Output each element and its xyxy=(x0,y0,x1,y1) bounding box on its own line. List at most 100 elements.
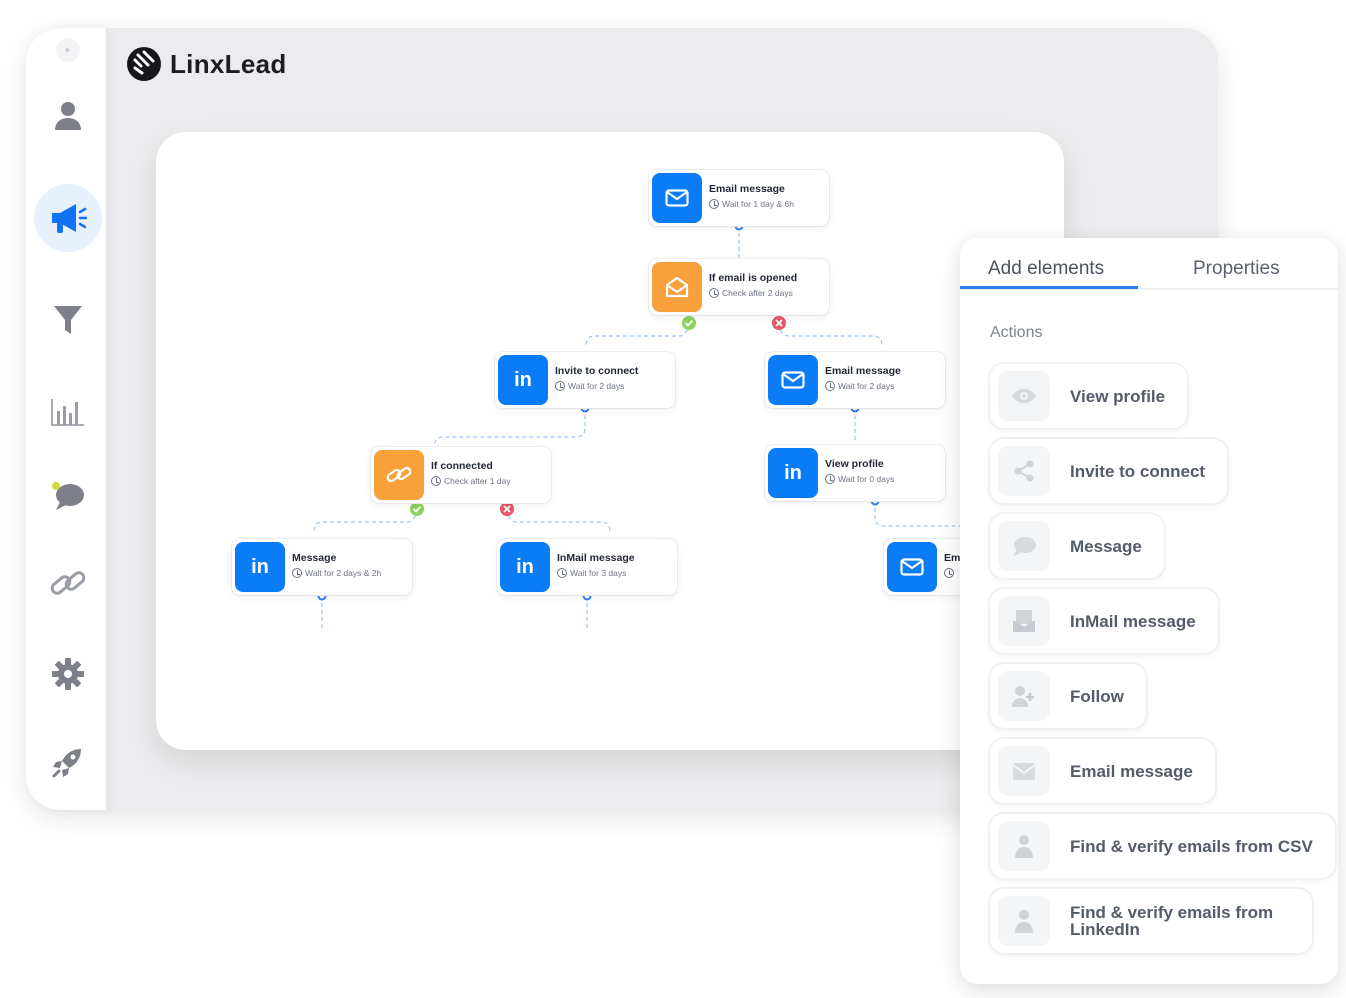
node-wait-text: Check after 1 day xyxy=(444,476,511,486)
clock-icon xyxy=(944,568,954,578)
brand-name: LinxLead xyxy=(170,48,287,79)
action-label: InMail message xyxy=(1070,611,1196,631)
linxlead-logo-icon xyxy=(127,47,161,81)
active-tab-indicator xyxy=(960,286,1138,289)
action-icon-box xyxy=(998,896,1050,946)
clock-icon xyxy=(825,474,835,484)
share-icon xyxy=(1014,460,1034,482)
sidebar-item-contacts[interactable] xyxy=(34,82,102,150)
tab-add-elements[interactable]: Add elements xyxy=(988,258,1104,280)
sidebar-item-filters[interactable] xyxy=(34,286,102,354)
flow-node-invite-to-connect[interactable]: in Invite to connect Wait for 2 days xyxy=(495,352,675,408)
flow-node-view-profile[interactable]: in View profile Wait for 0 days xyxy=(765,445,945,501)
flow-node-inmail-message[interactable]: in InMail message Wait for 3 days xyxy=(497,539,677,595)
flow-node-email-message[interactable]: Email message Wait for 2 days xyxy=(765,352,945,408)
envelope-icon xyxy=(1012,763,1036,780)
node-icon-box xyxy=(768,355,818,405)
node-icon-box xyxy=(374,450,424,500)
action-inmail-message[interactable]: InMail message xyxy=(990,589,1218,653)
node-subtitle: Check after 2 days xyxy=(709,288,793,298)
node-subtitle: Wait for 3 days xyxy=(557,568,626,578)
node-title: Message xyxy=(292,552,337,564)
action-view-profile[interactable]: View profile xyxy=(990,364,1188,428)
action-icon-box xyxy=(998,521,1050,571)
action-label: Message xyxy=(1070,536,1142,556)
node-subtitle xyxy=(944,568,954,578)
person-icon xyxy=(1015,835,1033,858)
link-icon xyxy=(386,466,412,483)
linkedin-icon: in xyxy=(516,555,534,578)
node-icon-box: in xyxy=(235,542,285,592)
node-subtitle: Wait for 1 day & 6h xyxy=(709,199,794,209)
action-label: Find & verify emails from CSV xyxy=(1070,836,1313,856)
gear-icon xyxy=(52,658,84,690)
action-find-verify-emails-linkedin[interactable]: Find & verify emails from LinkedIn xyxy=(990,889,1312,953)
action-label: View profile xyxy=(1070,386,1166,406)
workflow-canvas[interactable]: Email message Wait for 1 day & 6h If ema… xyxy=(156,132,1064,750)
rocket-icon xyxy=(52,749,81,778)
node-icon-box: in xyxy=(498,355,548,405)
sidebar-item-settings[interactable] xyxy=(34,640,102,708)
sidebar-item-integrations[interactable] xyxy=(34,550,102,618)
chat-icon xyxy=(52,482,84,510)
filter-icon xyxy=(54,306,82,334)
sidebar-item-campaigns[interactable] xyxy=(34,184,102,252)
elements-panel: Add elements Properties Actions View pro… xyxy=(960,238,1338,984)
node-icon-box: in xyxy=(768,448,818,498)
link-icon xyxy=(50,571,86,595)
node-subtitle: Check after 1 day xyxy=(431,476,511,486)
node-wait-text: Wait for 1 day & 6h xyxy=(722,199,794,209)
clock-icon xyxy=(431,476,441,486)
node-title: If connected xyxy=(431,460,493,472)
follow-icon xyxy=(1012,686,1034,707)
flow-node-email-message[interactable]: Email message Wait for 1 day & 6h xyxy=(649,170,829,226)
megaphone-icon xyxy=(52,204,87,233)
open-envelope-icon xyxy=(665,276,689,298)
node-wait-text: Wait for 2 days xyxy=(838,381,895,391)
action-label: Find & verify emails from LinkedIn xyxy=(1070,903,1274,939)
sidebar-item-messages[interactable] xyxy=(34,462,102,530)
node-icon-box: in xyxy=(500,542,550,592)
linkedin-icon: in xyxy=(784,461,802,484)
action-message[interactable]: Message xyxy=(990,514,1164,578)
action-find-verify-emails-csv[interactable]: Find & verify emails from CSV xyxy=(990,814,1335,878)
sidebar-collapse-toggle[interactable] xyxy=(56,38,80,62)
envelope-icon xyxy=(665,189,689,207)
action-follow[interactable]: Follow xyxy=(990,664,1146,728)
clock-icon xyxy=(825,381,835,391)
action-icon-box xyxy=(998,671,1050,721)
panel-tabs: Add elements Properties xyxy=(960,238,1338,290)
node-wait-text: Wait for 3 days xyxy=(570,568,627,578)
node-wait-text: Check after 2 days xyxy=(722,288,793,298)
action-icon-box xyxy=(998,446,1050,496)
flow-node-if-email-opened[interactable]: If email is opened Check after 2 days xyxy=(649,259,829,315)
clock-icon xyxy=(555,381,565,391)
action-invite-to-connect[interactable]: Invite to connect xyxy=(990,439,1228,503)
sidebar-item-analytics[interactable] xyxy=(34,378,102,446)
tab-properties[interactable]: Properties xyxy=(1193,258,1280,280)
action-email-message[interactable]: Email message xyxy=(990,739,1215,803)
sidebar-item-launch[interactable] xyxy=(34,728,102,796)
action-label: Follow xyxy=(1070,686,1124,706)
linkedin-icon: in xyxy=(514,368,532,391)
chat-icon xyxy=(1013,537,1036,556)
person-icon xyxy=(1015,910,1033,933)
section-title-actions: Actions xyxy=(990,324,1043,341)
envelope-icon xyxy=(781,371,805,389)
action-label: Email message xyxy=(1070,761,1193,781)
action-label: Invite to connect xyxy=(1070,461,1206,481)
node-wait-text: Wait for 2 days & 2h xyxy=(305,568,382,578)
flow-node-message[interactable]: in Message Wait for 2 days & 2h xyxy=(232,539,412,595)
node-title: Email message xyxy=(825,365,901,377)
clock-icon xyxy=(557,568,567,578)
node-title: Email message xyxy=(709,183,785,195)
brand-logo: LinxLead xyxy=(126,46,287,82)
action-icon-box xyxy=(998,821,1050,871)
flow-node-if-connected[interactable]: If connected Check after 1 day xyxy=(371,447,551,503)
node-wait-text: Wait for 2 days xyxy=(568,381,625,391)
node-title: If email is opened xyxy=(709,272,798,284)
user-icon xyxy=(55,102,81,130)
node-subtitle: Wait for 2 days xyxy=(555,381,624,391)
clock-icon xyxy=(709,288,719,298)
node-title: View profile xyxy=(825,458,884,470)
